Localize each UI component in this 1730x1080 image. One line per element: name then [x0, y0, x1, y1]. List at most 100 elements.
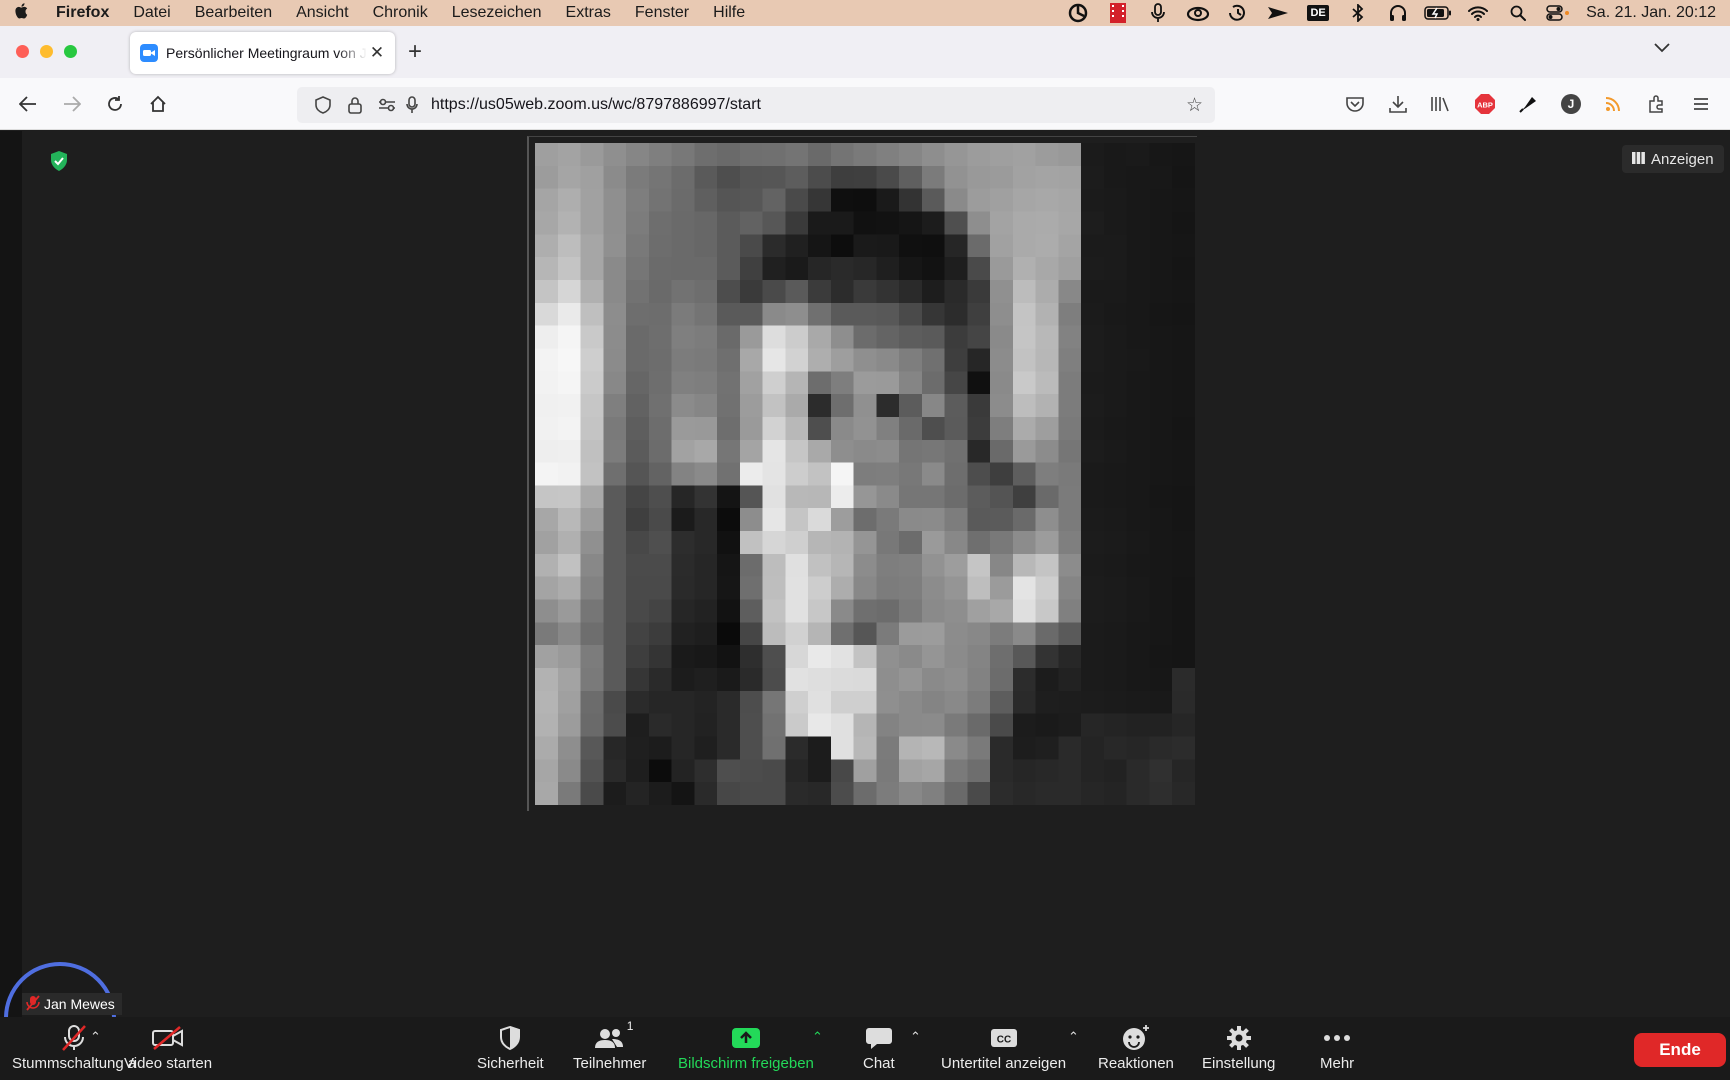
chat-options-caret-icon[interactable]: ⌃ [910, 1029, 921, 1045]
pocket-icon[interactable] [1343, 92, 1367, 116]
menu-ansicht[interactable]: Ansicht [284, 4, 360, 22]
video-pixel-block [1149, 531, 1173, 555]
window-zoom-button[interactable] [64, 45, 77, 58]
video-pixel-block [853, 279, 877, 304]
video-pixel-block [808, 508, 832, 532]
screen-recorder-icon[interactable] [1098, 3, 1138, 23]
menu-chronik[interactable]: Chronik [361, 4, 440, 22]
address-bar[interactable]: https://us05web.zoom.us/wc/8797886997/st… [297, 87, 1215, 123]
video-pixel-block [580, 257, 604, 281]
downloads-icon[interactable] [1386, 92, 1410, 116]
control-center-icon[interactable] [1538, 5, 1578, 21]
video-pixel-block [808, 143, 832, 167]
captions-button[interactable]: CC Untertitel anzeigen [941, 1023, 1066, 1072]
window-minimize-button[interactable] [40, 45, 53, 58]
menu-extras[interactable]: Extras [554, 4, 623, 22]
extensions-puzzle-icon[interactable] [1645, 92, 1669, 116]
video-pixel-block [967, 416, 991, 441]
tracking-protection-icon[interactable] [307, 96, 339, 114]
reactions-button[interactable]: Reaktionen [1098, 1023, 1174, 1072]
wifi-icon[interactable] [1458, 5, 1498, 21]
home-button[interactable] [144, 90, 172, 118]
view-button[interactable]: Anzeigen [1622, 145, 1724, 173]
menu-lesezeichen[interactable]: Lesezeichen [440, 4, 554, 22]
video-pixel-block [648, 257, 673, 281]
video-pixel-block [944, 645, 969, 669]
new-tab-button[interactable]: + [408, 38, 422, 66]
marker-extension-icon[interactable] [1516, 92, 1540, 116]
rss-feed-icon[interactable] [1601, 92, 1625, 116]
share-screen-button[interactable]: Bildschirm freigeben [678, 1023, 814, 1072]
permissions-icon[interactable] [371, 98, 403, 112]
video-pixel-block [626, 690, 650, 715]
video-pixel-block [1012, 165, 1037, 190]
video-pixel-block [1058, 622, 1082, 646]
menu-fenster[interactable]: Fenster [623, 4, 701, 22]
browser-tab-active[interactable]: Persönlicher Meetingraum von J ✕ [130, 32, 395, 74]
participants-button[interactable]: 1 Teilnehmer [573, 1019, 646, 1072]
video-pixel-block [694, 234, 718, 258]
hamburger-menu-icon[interactable] [1689, 92, 1713, 116]
video-pixel-block [967, 279, 991, 304]
video-pixel-block [671, 234, 695, 258]
adblock-plus-icon[interactable]: ABP [1473, 92, 1497, 116]
video-pixel-block [557, 531, 582, 555]
start-video-button[interactable]: Video starten [124, 1023, 212, 1072]
menu-bearbeiten[interactable]: Bearbeiten [183, 4, 284, 22]
bookmark-star-icon[interactable]: ☆ [1186, 94, 1203, 117]
menu-datei[interactable]: Datei [121, 4, 182, 22]
encryption-shield-icon[interactable] [49, 150, 69, 177]
video-pixel-block [762, 508, 786, 532]
video-pixel-block [853, 188, 877, 213]
tab-list-chevron-icon[interactable] [1654, 40, 1670, 58]
library-icon[interactable] [1428, 92, 1452, 116]
audio-options-caret-icon[interactable]: ⌃ [90, 1029, 101, 1045]
video-pixel-block [694, 508, 718, 532]
headphones-icon[interactable] [1378, 4, 1418, 22]
microphone-status-icon[interactable] [1138, 3, 1178, 23]
video-pixel-block [785, 394, 809, 418]
recording-status-icon[interactable] [1058, 2, 1098, 24]
video-pixel-block [990, 257, 1014, 281]
timemachine-icon[interactable] [1218, 4, 1258, 22]
video-pixel-block [739, 416, 764, 441]
input-source-badge[interactable]: DE [1298, 5, 1338, 21]
security-button[interactable]: Sicherheit [477, 1023, 544, 1072]
video-pixel-block [944, 143, 969, 167]
account-avatar[interactable]: J [1559, 92, 1583, 116]
video-pixel-block [944, 576, 969, 601]
reload-button[interactable] [101, 90, 129, 118]
video-pixel-block [580, 782, 604, 805]
lock-icon[interactable] [339, 96, 371, 114]
video-pixel-block [1149, 416, 1173, 441]
creative-cloud-icon[interactable] [1178, 4, 1218, 22]
window-close-button[interactable] [16, 45, 29, 58]
captions-options-caret-icon[interactable]: ⌃ [1068, 1029, 1079, 1045]
reactions-label: Reaktionen [1098, 1055, 1174, 1072]
tab-close-icon[interactable]: ✕ [367, 43, 387, 63]
send-app-icon[interactable] [1258, 5, 1298, 21]
microphone-permission-icon[interactable] [403, 96, 421, 114]
end-meeting-button[interactable]: Ende [1634, 1033, 1726, 1067]
bluetooth-icon[interactable] [1338, 4, 1378, 22]
menu-app-firefox[interactable]: Firefox [44, 4, 121, 22]
share-options-caret-icon[interactable]: ⌃ [812, 1029, 823, 1045]
more-button[interactable]: Mehr [1320, 1023, 1354, 1072]
video-pixel-block [603, 143, 627, 167]
apple-menu-icon[interactable] [0, 2, 44, 25]
url-text[interactable]: https://us05web.zoom.us/wc/8797886997/st… [431, 96, 761, 114]
video-pixel-block [1035, 257, 1060, 281]
video-pixel-block [626, 713, 650, 738]
video-pixel-block [580, 462, 604, 487]
chat-button[interactable]: Chat [863, 1023, 895, 1072]
mute-button[interactable]: Stummschaltung a [12, 1023, 136, 1072]
battery-icon[interactable] [1418, 6, 1458, 20]
back-button[interactable] [14, 90, 42, 118]
spotlight-search-icon[interactable] [1498, 5, 1538, 21]
menu-hilfe[interactable]: Hilfe [701, 4, 757, 22]
video-pixel-block [785, 531, 809, 555]
menubar-clock[interactable]: Sa. 21. Jan. 20:12 [1578, 4, 1716, 22]
video-pixel-block [694, 394, 718, 418]
settings-button[interactable]: Einstellung [1202, 1023, 1275, 1072]
forward-button[interactable] [58, 90, 86, 118]
